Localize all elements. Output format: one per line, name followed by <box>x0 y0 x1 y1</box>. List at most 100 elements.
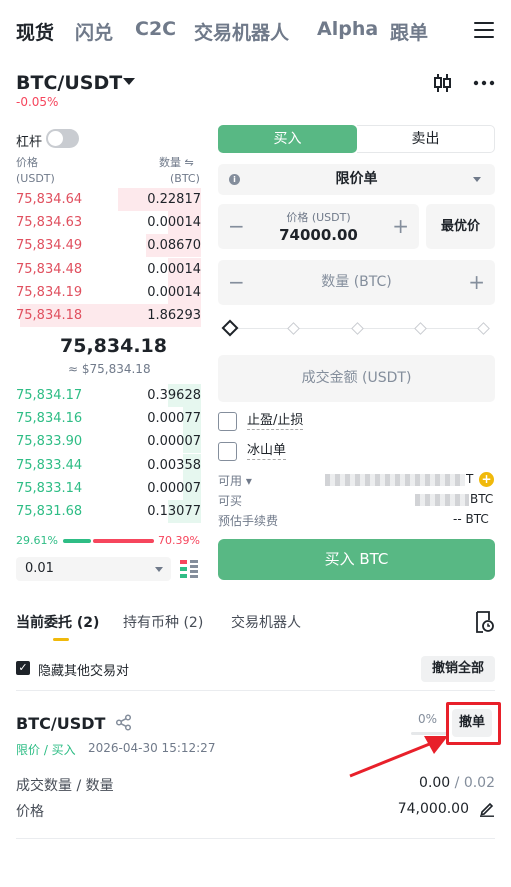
ask-price: 75,834.49 <box>16 238 83 254</box>
edit-pencil-icon[interactable] <box>479 801 495 817</box>
quantity-input[interactable]: − 数量 (BTC) + <box>218 260 495 305</box>
divider <box>16 690 495 691</box>
price-input[interactable]: − 价格 (USDT) 74000.00 + <box>218 204 419 249</box>
candlestick-chart-icon[interactable] <box>433 73 453 93</box>
buy-tab[interactable]: 买入 <box>218 125 357 153</box>
tab-spot[interactable]: 现货 <box>16 18 54 45</box>
quantity-placeholder: 数量 (BTC) <box>321 274 392 290</box>
share-icon[interactable] <box>115 714 132 731</box>
order-history-icon[interactable] <box>474 611 494 633</box>
depth-step-select[interactable]: 0.01 <box>16 557 171 581</box>
ask-quantity: 0.08670 <box>147 238 201 254</box>
order-fill-percent: 0% <box>418 712 438 726</box>
bid-quantity: 0.00077 <box>147 411 201 427</box>
available-amount-hidden <box>325 474 465 486</box>
orderbook-row-bid[interactable]: 75,834.17 0.39628 <box>16 384 201 407</box>
slider-step-75[interactable] <box>414 322 427 335</box>
price-input-value[interactable]: 74000.00 <box>218 226 419 244</box>
tp-sl-label[interactable]: 止盈/止损 <box>247 412 304 430</box>
buy-ratio-bar <box>63 539 91 543</box>
depth-step-value: 0.01 <box>25 561 54 576</box>
orderbook-row-ask[interactable]: 75,834.18 1.86293 <box>16 304 201 327</box>
orderbook-row-ask[interactable]: 75,834.19 0.00014 <box>16 280 201 304</box>
leverage-toggle[interactable] <box>46 129 79 148</box>
hide-other-pairs-checkbox[interactable]: ✓ <box>16 661 30 675</box>
available-label[interactable]: 可用 ▾ <box>218 472 252 489</box>
minus-icon[interactable]: − <box>228 270 245 294</box>
ask-price: 75,834.19 <box>16 284 83 300</box>
slider-step-25[interactable] <box>287 322 300 335</box>
ask-quantity: 1.86293 <box>147 308 201 323</box>
info-icon[interactable]: i <box>229 174 240 185</box>
ask-quantity: 0.00014 <box>147 215 201 231</box>
fee-label: 预估手续费 <box>218 514 279 528</box>
bid-quantity: 0.00358 <box>147 457 201 473</box>
cancel-all-button[interactable]: 撤销全部 <box>421 656 495 682</box>
orderbook-row-ask[interactable]: 75,834.48 0.00014 <box>16 257 201 281</box>
annotation-arrow-icon <box>349 736 448 778</box>
pair-dropdown-icon[interactable] <box>123 78 135 85</box>
tab-holdings[interactable]: 持有币种 (2) <box>123 612 203 632</box>
slider-step-100[interactable] <box>477 322 490 335</box>
plus-icon[interactable]: + <box>392 214 409 238</box>
price-unit: (USDT) <box>16 172 55 185</box>
filled-qty-label: 成交数量 / 数量 <box>16 778 114 794</box>
bid-price: 75,834.17 <box>16 388 83 403</box>
amount-slider-handle[interactable] <box>221 319 239 337</box>
can-buy-unit: BTC <box>470 492 494 506</box>
tab-convert[interactable]: 闪兑 <box>75 18 113 45</box>
orderbook-row-bid[interactable]: 75,831.68 0.13077 <box>16 500 201 523</box>
ask-quantity: 0.00014 <box>147 261 201 277</box>
hide-other-pairs-label[interactable]: 隐藏其他交易对 <box>38 660 129 679</box>
more-options-icon[interactable] <box>473 79 495 87</box>
orderbook-row-bid[interactable]: 75,833.14 0.00007 <box>16 476 201 500</box>
orderbook-row-bid[interactable]: 75,833.90 0.00007 <box>16 430 201 454</box>
plus-icon[interactable]: + <box>468 270 485 294</box>
menu-icon[interactable] <box>474 22 494 40</box>
ask-quantity: 0.22817 <box>147 192 201 207</box>
bid-quantity: 0.13077 <box>147 504 201 519</box>
pair-title[interactable]: BTC/USDT <box>16 72 122 94</box>
slider-step-50[interactable] <box>351 322 364 335</box>
price-header: 价格 <box>16 156 38 169</box>
active-tab-indicator <box>53 638 69 641</box>
orderbook-row-ask[interactable]: 75,834.63 0.00014 <box>16 211 201 235</box>
deposit-plus-icon[interactable]: + <box>479 472 494 487</box>
orderbook-layout-icon[interactable] <box>180 560 198 578</box>
buy-btc-button[interactable]: 买入 BTC <box>218 539 495 580</box>
order-pair[interactable]: BTC/USDT <box>16 714 105 733</box>
bid-price: 75,831.68 <box>16 504 83 519</box>
tab-trading-bots[interactable]: 交易机器人 <box>194 18 289 45</box>
sell-tab[interactable]: 卖出 <box>357 125 495 153</box>
tab-bots[interactable]: 交易机器人 <box>231 612 301 632</box>
best-price-button[interactable]: 最优价 <box>426 204 495 249</box>
tab-open-orders[interactable]: 当前委托 (2) <box>16 612 99 632</box>
order-type-select[interactable]: i 限价单 <box>218 164 495 195</box>
iceberg-checkbox[interactable] <box>218 442 237 461</box>
ask-price: 75,834.63 <box>16 215 83 231</box>
ask-quantity: 0.00014 <box>147 284 201 300</box>
bid-price: 75,834.16 <box>16 411 83 427</box>
orderbook-row-bid[interactable]: 75,834.16 0.00077 <box>16 407 201 431</box>
qty-header[interactable]: 数量 ⇋ <box>159 155 194 170</box>
bid-quantity: 0.00007 <box>147 480 201 496</box>
orderbook-row-bid[interactable]: 75,833.44 0.00358 <box>16 453 201 477</box>
pair-change: -0.05% <box>16 95 59 109</box>
divider <box>16 838 495 839</box>
tab-alpha[interactable]: Alpha <box>317 18 378 40</box>
iceberg-label[interactable]: 冰山单 <box>247 442 287 460</box>
highlight-box <box>446 702 501 745</box>
tab-c2c[interactable]: C2C <box>135 18 176 40</box>
fee-value: -- BTC <box>453 512 489 526</box>
orderbook-row-ask[interactable]: 75,834.49 0.08670 <box>16 234 201 258</box>
can-buy-label: 可买 <box>218 494 243 508</box>
bid-price: 75,833.44 <box>16 457 83 473</box>
orderbook-row-ask[interactable]: 75,834.64 0.22817 <box>16 188 201 211</box>
tab-copy-trading[interactable]: 跟单 <box>390 18 428 45</box>
sell-ratio: 70.39% <box>158 534 200 547</box>
chevron-down-icon <box>155 567 163 572</box>
total-amount-input[interactable]: 成交金额 (USDT) <box>218 355 495 402</box>
order-price-value: 74,000.00 <box>397 801 469 817</box>
tp-sl-checkbox[interactable] <box>218 412 237 431</box>
last-price: 75,834.18 <box>60 335 167 357</box>
